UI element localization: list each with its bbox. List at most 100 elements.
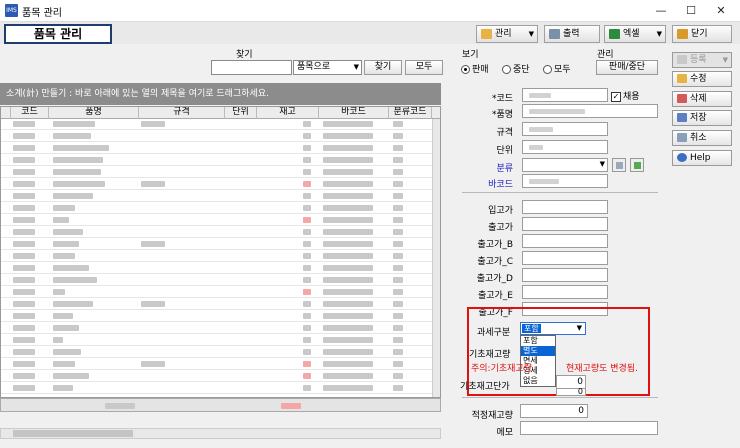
table-row[interactable] <box>1 239 440 250</box>
name-field[interactable] <box>522 104 658 118</box>
table-cell <box>323 193 373 199</box>
category-label[interactable]: 분류 <box>451 161 513 174</box>
tax-type-option[interactable]: 별도 <box>521 346 555 356</box>
table-cell <box>13 301 35 307</box>
maximize-button[interactable]: ☐ <box>676 0 706 22</box>
view-radio-all[interactable]: 모두 <box>543 62 571 75</box>
table-row[interactable] <box>1 323 440 334</box>
memo-field[interactable] <box>520 421 658 435</box>
table-cell <box>13 205 35 211</box>
spec-field[interactable] <box>522 122 608 136</box>
view-radio-sell[interactable]: 판매 <box>461 62 489 75</box>
table-cell <box>303 289 311 295</box>
table-row[interactable] <box>1 287 440 298</box>
table-cell <box>141 301 165 307</box>
code-field[interactable] <box>522 88 608 102</box>
scroll-thumb[interactable] <box>13 430 133 437</box>
all-button[interactable]: 모두 <box>405 60 443 75</box>
price-field[interactable] <box>522 251 608 265</box>
category-add-button[interactable] <box>630 158 644 172</box>
price-field[interactable] <box>522 268 608 282</box>
barcode-field[interactable] <box>522 174 608 188</box>
table-row[interactable] <box>1 131 440 142</box>
delete-label: 삭제 <box>690 94 707 104</box>
print-label: 출력 <box>563 29 580 39</box>
table-cell <box>53 157 103 163</box>
table-cell <box>323 289 373 295</box>
opening-stock-label: 기초재고량 <box>469 350 511 360</box>
opening-price-field[interactable]: 0 <box>556 388 586 396</box>
sell-stop-button[interactable]: 판매/중단 <box>596 60 658 75</box>
price-field[interactable] <box>522 285 608 299</box>
table-row[interactable] <box>1 311 440 322</box>
table-row[interactable] <box>1 335 440 346</box>
view-radio-stop[interactable]: 중단 <box>502 62 530 75</box>
excel-menu-button[interactable]: 엑셀 ▼ <box>604 25 666 43</box>
column-header-code[interactable]: 코드 <box>11 107 49 119</box>
unit-field[interactable] <box>522 140 608 154</box>
find-button[interactable]: 찾기 <box>364 60 402 75</box>
table-cell <box>53 349 81 355</box>
search-input[interactable] <box>211 60 292 75</box>
table-row[interactable] <box>1 299 440 310</box>
column-header-name[interactable]: 품명 <box>49 107 139 119</box>
grid-vertical-scrollbar[interactable] <box>432 119 440 397</box>
grid-horizontal-scrollbar[interactable] <box>0 428 441 439</box>
column-header-unit[interactable]: 단위 <box>225 107 257 119</box>
tax-type-option[interactable]: 포함 <box>521 336 555 346</box>
table-row[interactable] <box>1 383 440 394</box>
table-cell <box>393 121 403 127</box>
table-row[interactable] <box>1 119 440 130</box>
price-field[interactable] <box>522 200 608 214</box>
price-field[interactable] <box>522 234 608 248</box>
table-row[interactable] <box>1 143 440 154</box>
table-row[interactable] <box>1 179 440 190</box>
table-cell <box>141 121 165 127</box>
edit-button[interactable]: 수정 <box>672 71 732 87</box>
column-header-spec[interactable]: 규격 <box>139 107 225 119</box>
cancel-button[interactable]: 취소 <box>672 130 732 146</box>
table-row[interactable] <box>1 155 440 166</box>
price-field[interactable] <box>522 217 608 231</box>
help-label: Help <box>690 153 711 163</box>
print-button[interactable]: 출력 <box>544 25 600 43</box>
close-page-button[interactable]: 닫기 <box>672 25 732 43</box>
close-window-button[interactable]: ✕ <box>706 0 736 22</box>
table-row[interactable] <box>1 215 440 226</box>
save-label: 저장 <box>690 113 707 123</box>
category-select[interactable]: ▼ <box>522 158 608 172</box>
table-row[interactable] <box>1 167 440 178</box>
proper-stock-field[interactable]: 0 <box>520 404 588 418</box>
table-row[interactable] <box>1 203 440 214</box>
tax-type-label: 과세구분 <box>477 328 511 338</box>
manage-menu-button[interactable]: 관리 ▼ <box>476 25 538 43</box>
search-mode-select[interactable]: 품목으로 ▼ <box>293 60 362 75</box>
column-header-barcode[interactable]: 바코드 <box>319 107 389 119</box>
table-cell <box>393 349 403 355</box>
table-row[interactable] <box>1 359 440 370</box>
table-cell <box>323 277 373 283</box>
minimize-button[interactable]: — <box>646 0 676 22</box>
table-cell <box>13 121 35 127</box>
table-row[interactable] <box>1 347 440 358</box>
help-button[interactable]: Help <box>672 150 732 166</box>
use-checkbox[interactable]: ✓ 채용 <box>611 89 640 102</box>
save-button[interactable]: 저장 <box>672 110 732 126</box>
tax-type-select[interactable]: 포함 ▼ <box>520 322 586 335</box>
table-row[interactable] <box>1 275 440 286</box>
column-header-stock[interactable]: 재고 <box>257 107 319 119</box>
spec-label: 규격 <box>496 128 513 138</box>
table-row[interactable] <box>1 251 440 262</box>
column-header-category-code[interactable]: 분류코드 <box>389 107 432 119</box>
table-cell <box>13 157 35 163</box>
group-by-banner[interactable]: 소계(計) 만들기 : 바로 아래에 있는 열의 제목을 여기로 드래그하세요. <box>0 83 441 105</box>
table-row[interactable] <box>1 191 440 202</box>
delete-button[interactable]: 삭제 <box>672 91 732 107</box>
register-label: 등록 <box>690 55 707 65</box>
table-row[interactable] <box>1 371 440 382</box>
table-row[interactable] <box>1 263 440 274</box>
register-button[interactable]: 등록 ▼ <box>672 52 732 68</box>
category-open-button[interactable] <box>612 158 626 172</box>
tax-type-option[interactable]: 없음 <box>521 376 555 386</box>
table-row[interactable] <box>1 227 440 238</box>
